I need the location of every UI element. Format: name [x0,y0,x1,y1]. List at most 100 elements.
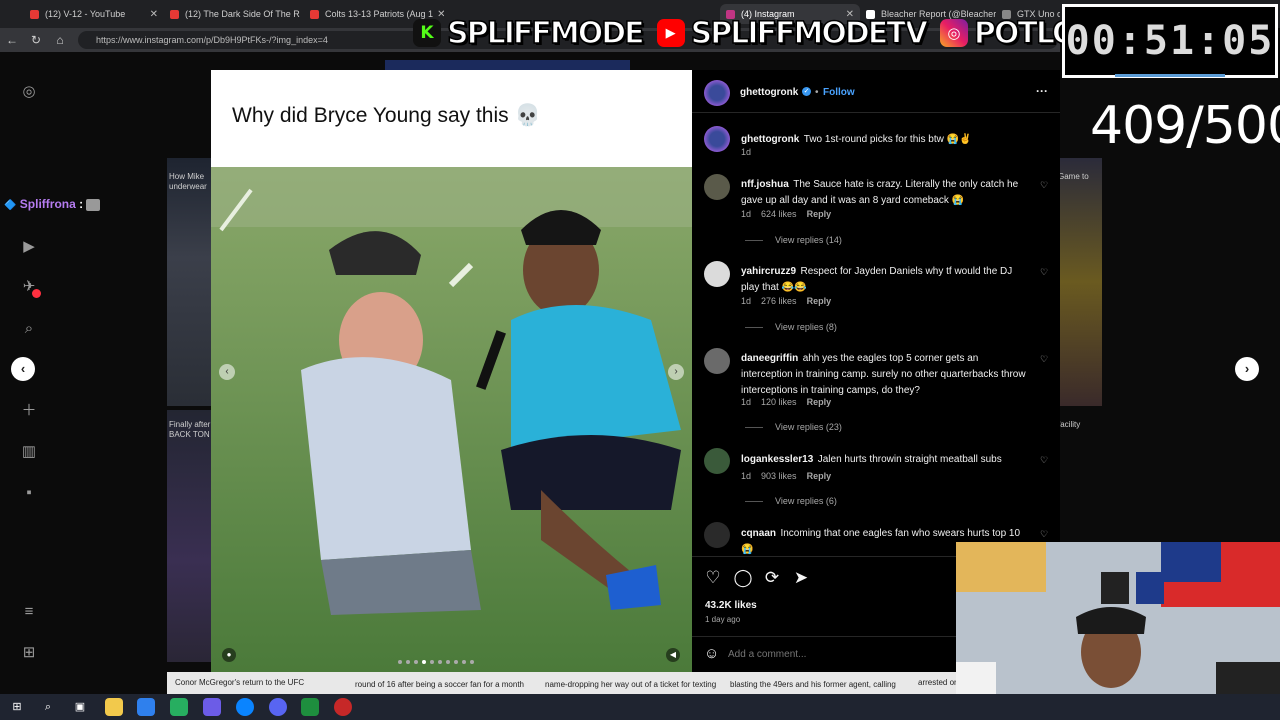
carousel-prev-icon[interactable]: ‹ [219,364,235,380]
avatar[interactable] [704,522,730,548]
next-post-icon[interactable]: › [1235,357,1259,381]
replies-line [745,240,763,242]
avatar[interactable] [704,80,730,106]
app-icon[interactable] [203,698,221,716]
like-icon[interactable]: ♡ [703,568,723,588]
chat-badge-icon: 🔷 [4,200,17,211]
follow-button[interactable]: Follow [823,87,855,98]
discord-icon[interactable] [269,698,287,716]
view-replies-label: View replies (8) [775,322,837,332]
avatar[interactable] [704,261,730,287]
comment-user[interactable]: cqnaan [741,528,776,539]
separator-dot: • [815,87,819,98]
post-author[interactable]: ghettogronk [740,87,798,98]
comment-user[interactable]: yahircruzz9 [741,266,796,277]
more-apps-icon[interactable]: ⊞ [20,644,38,662]
back-icon[interactable]: ← [4,31,20,49]
comment-likes[interactable]: 624 likes [761,209,797,219]
avatar[interactable] [704,448,730,474]
reply-button[interactable]: Reply [807,296,832,306]
repost-icon[interactable]: ⟳ [762,568,782,588]
view-replies-label: View replies (23) [775,422,842,432]
mute-icon[interactable]: ◀ [666,648,680,662]
instagram-logo-icon[interactable]: ◎ [20,83,38,101]
background-post-tile[interactable] [1060,158,1102,406]
obs-icon[interactable] [334,698,352,716]
search-icon[interactable]: ⌕ [39,698,57,716]
store-icon[interactable] [170,698,188,716]
mail-icon[interactable] [137,698,155,716]
more-options-icon[interactable]: ··· [1036,84,1048,98]
like-comment-icon[interactable]: ♡ [1040,455,1048,466]
view-replies-button[interactable]: View replies (23) [745,422,842,432]
headline-text[interactable]: name-dropping her way out of a ticket fo… [545,680,716,690]
comment: logankessler13 Jalen hurts throwin strai… [741,451,1026,467]
emoji-icon[interactable]: ☺ [704,645,719,662]
windows-start-icon[interactable]: ⊞ [8,698,26,716]
comment-likes[interactable]: 276 likes [761,296,797,306]
like-comment-icon[interactable]: ♡ [1040,354,1048,365]
tab-youtube-v12[interactable]: (12) V-12 - YouTube ✕ [24,4,164,24]
avatar[interactable] [704,174,730,200]
reload-icon[interactable]: ↻ [28,31,44,49]
file-explorer-icon[interactable] [105,698,123,716]
headline-text[interactable]: Conor McGregor's return to the UFC [175,678,304,688]
stream-timer: 00:51:05 [1062,4,1278,78]
like-comment-icon[interactable]: ♡ [1040,529,1048,540]
headline-text[interactable]: round of 16 after being a soccer fan for… [355,680,524,690]
comment-time: 1d [741,471,752,481]
comment-user[interactable]: logankessler13 [741,454,813,465]
home-icon[interactable]: ⌂ [52,31,68,49]
add-comment-input[interactable] [728,646,948,662]
dashboard-icon[interactable]: ▥ [20,443,38,461]
comment-time: 1d [741,147,752,157]
replies-line [745,327,763,329]
background-post-text: How Mike underwear [169,172,207,191]
brand-name: SPLIFFMODE [446,15,645,52]
background-post-text: Finally after BACK TON [169,420,211,439]
background-post-tile[interactable] [167,410,211,662]
avatar[interactable] [704,348,730,374]
previous-post-icon[interactable]: ‹ [11,357,35,381]
headline-text[interactable]: blasting the 49ers and his former agent,… [730,680,896,690]
notification-badge [32,289,41,298]
tab-youtube-dark-side[interactable]: (12) The Dark Side Of The R ✕ [164,4,304,24]
app-icon[interactable] [301,698,319,716]
task-view-icon[interactable]: ▣ [71,698,89,716]
create-icon[interactable]: ＋ [20,402,38,420]
comment-user[interactable]: daneegriffin [741,353,798,364]
headline-text[interactable]: arrested or [918,678,957,688]
view-replies-button[interactable]: View replies (6) [745,496,837,506]
stream-branding: K SPLIFFMODE ▶ SPLIFFMODETV ◎ POTLORD [413,10,1127,56]
like-comment-icon[interactable]: ♡ [1040,180,1048,191]
view-replies-button[interactable]: View replies (14) [745,235,842,245]
background-post-tile[interactable] [167,158,211,406]
comment-time: 1d [741,209,752,219]
view-replies-button[interactable]: View replies (8) [745,322,837,332]
author-comment: ghettogronk Two 1st-round picks for this… [741,129,1041,147]
comment-likes[interactable]: 120 likes [761,397,797,407]
share-icon[interactable]: ➤ [791,568,811,588]
profile-icon[interactable]: ▪ [20,484,38,502]
kick-icon: K [413,19,441,47]
comment-icon[interactable]: ◯ [733,568,753,588]
carousel-next-icon[interactable]: › [668,364,684,380]
timer-progress-bar [1115,74,1225,77]
comment-user[interactable]: nff.joshua [741,179,789,190]
menu-icon[interactable]: ≡ [20,603,38,621]
search-icon[interactable]: ⌕ [20,320,38,338]
edge-icon[interactable] [236,698,254,716]
tagged-user-icon[interactable]: ● [222,648,236,662]
reply-button[interactable]: Reply [807,397,832,407]
comment-likes[interactable]: 903 likes [761,471,797,481]
reels-icon[interactable]: ▶ [20,238,38,256]
close-icon[interactable]: ✕ [146,9,158,20]
reply-button[interactable]: Reply [807,209,832,219]
like-comment-icon[interactable]: ♡ [1040,267,1048,278]
comment-user[interactable]: ghettogronk [741,134,799,145]
reply-button[interactable]: Reply [807,471,832,481]
tab-label: (12) V-12 - YouTube [45,9,126,19]
avatar[interactable] [704,126,730,152]
likes-count[interactable]: 43.2K likes [705,600,757,611]
background-post-text: facility [1058,420,1081,429]
